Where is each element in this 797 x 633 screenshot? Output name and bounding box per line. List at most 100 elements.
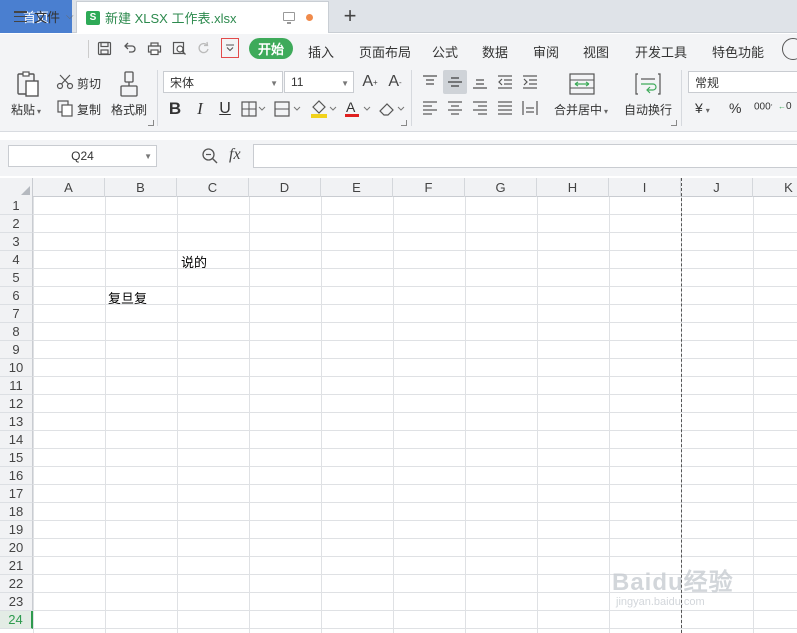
function-button[interactable]: fx (229, 146, 241, 164)
column-header-a[interactable]: A (33, 178, 105, 197)
paste-icon[interactable] (14, 70, 42, 98)
row-header-20[interactable]: 20 (0, 539, 33, 557)
increase-decimal-button[interactable]: ←0 (778, 100, 792, 112)
row-header-22[interactable]: 22 (0, 575, 33, 593)
borders-icon[interactable] (240, 100, 266, 118)
column-header-h[interactable]: H (537, 178, 609, 197)
font-size-select[interactable]: 11 ▼ (284, 71, 354, 93)
search-icon[interactable] (782, 38, 797, 60)
increase-font-size-icon[interactable]: A + (361, 72, 379, 92)
cell-B6[interactable]: 复旦复 (108, 288, 147, 307)
save-icon[interactable] (96, 40, 112, 56)
print-icon[interactable] (146, 40, 162, 56)
column-header-e[interactable]: E (321, 178, 393, 197)
row-header-4[interactable]: 4 (0, 251, 33, 269)
align-right-icon[interactable] (471, 99, 489, 117)
wrap-text-button[interactable]: 自动换行 (624, 101, 672, 118)
quick-access-dropdown-button[interactable] (221, 38, 239, 58)
row-header-13[interactable]: 13 (0, 413, 33, 431)
align-middle-icon[interactable] (446, 73, 464, 91)
font-color-icon[interactable]: A (343, 99, 373, 119)
decrease-font-size-icon[interactable]: A- (386, 72, 404, 92)
row-header-14[interactable]: 14 (0, 431, 33, 449)
row-header-11[interactable]: 11 (0, 377, 33, 395)
tab-document[interactable]: S 新建 XLSX 工作表.xlsx (76, 1, 329, 33)
row-header-8[interactable]: 8 (0, 323, 33, 341)
fill-pattern-icon[interactable] (273, 100, 303, 118)
format-painter-icon[interactable] (117, 70, 141, 98)
row-header-15[interactable]: 15 (0, 449, 33, 467)
align-center-icon[interactable] (446, 99, 464, 117)
fill-color-icon[interactable] (309, 99, 339, 119)
zoom-icon[interactable] (201, 147, 219, 165)
row-header-16[interactable]: 16 (0, 467, 33, 485)
menu-tab-features[interactable]: 特色功能 (712, 42, 764, 61)
column-header-c[interactable]: C (177, 178, 249, 197)
column-header-g[interactable]: G (465, 178, 537, 197)
font-name-select[interactable]: 宋体 ▼ (163, 71, 283, 93)
menu-tab-review[interactable]: 审阅 (533, 42, 559, 61)
undo-icon[interactable] (121, 40, 137, 56)
select-all-button[interactable] (0, 178, 33, 197)
row-header-6[interactable]: 6 (0, 287, 33, 305)
align-left-icon[interactable] (421, 99, 439, 117)
menu-tab-developer[interactable]: 开发工具 (635, 42, 687, 61)
column-header-b[interactable]: B (105, 178, 177, 197)
row-header-12[interactable]: 12 (0, 395, 33, 413)
redo-icon[interactable] (196, 40, 212, 56)
menu-tab-formulas[interactable]: 公式 (432, 42, 458, 61)
row-header-24[interactable]: 24 (0, 611, 33, 629)
italic-icon[interactable]: I (191, 99, 209, 119)
column-header-j[interactable]: J (681, 178, 753, 197)
wrap-text-icon[interactable] (634, 72, 662, 96)
align-top-icon[interactable] (421, 73, 439, 91)
row-header-21[interactable]: 21 (0, 557, 33, 575)
decrease-indent-icon[interactable] (496, 73, 514, 91)
copy-icon[interactable] (56, 99, 74, 117)
dialog-launcher-icon[interactable] (671, 120, 677, 126)
file-menu[interactable]: 文件 ⌵ (14, 7, 74, 26)
scissors-icon[interactable] (56, 73, 74, 91)
monitor-icon[interactable] (283, 12, 295, 24)
row-header-2[interactable]: 2 (0, 215, 33, 233)
cut-button[interactable]: 剪切 (77, 75, 101, 92)
merge-center-icon[interactable] (568, 72, 596, 96)
eraser-icon[interactable] (377, 99, 407, 119)
number-format-select[interactable]: 常规 (688, 71, 797, 93)
row-header-17[interactable]: 17 (0, 485, 33, 503)
merge-center-button[interactable]: 合并居中 ▾ (554, 101, 608, 118)
thousands-separator-button[interactable]: 000, (754, 100, 773, 112)
row-header-10[interactable]: 10 (0, 359, 33, 377)
row-header-23[interactable]: 23 (0, 593, 33, 611)
underline-icon[interactable]: U (216, 99, 234, 119)
cell-C4[interactable]: 说的 (181, 252, 207, 271)
row-header-19[interactable]: 19 (0, 521, 33, 539)
row-header-7[interactable]: 7 (0, 305, 33, 323)
new-tab-button[interactable]: + (338, 3, 362, 28)
bold-icon[interactable]: B (166, 99, 184, 119)
menu-tab-insert[interactable]: 插入 (308, 42, 334, 61)
row-header-5[interactable]: 5 (0, 269, 33, 287)
format-painter-button[interactable]: 格式刷 (111, 101, 147, 118)
copy-button[interactable]: 复制 (77, 101, 101, 118)
column-header-d[interactable]: D (249, 178, 321, 197)
currency-button[interactable]: ¥ ▾ (695, 100, 710, 116)
row-header-9[interactable]: 9 (0, 341, 33, 359)
row-header-3[interactable]: 3 (0, 233, 33, 251)
menu-tab-view[interactable]: 视图 (583, 42, 609, 61)
row-header-18[interactable]: 18 (0, 503, 33, 521)
name-box[interactable]: Q24 ▼ (8, 145, 157, 167)
paste-button[interactable]: 粘贴 ▾ (11, 101, 41, 118)
percent-button[interactable]: % (729, 100, 741, 116)
menu-tab-page-layout[interactable]: 页面布局 (359, 42, 411, 61)
dialog-launcher-icon[interactable] (401, 120, 407, 126)
align-bottom-icon[interactable] (471, 73, 489, 91)
dialog-launcher-icon[interactable] (148, 120, 154, 126)
column-header-k[interactable]: K (753, 178, 797, 197)
increase-indent-icon[interactable] (521, 73, 539, 91)
menu-tab-data[interactable]: 数据 (482, 42, 508, 61)
distributed-align-icon[interactable] (521, 99, 539, 117)
formula-input[interactable] (253, 144, 797, 168)
column-header-i[interactable]: I (609, 178, 681, 197)
menu-tab-start[interactable]: 开始 (249, 38, 293, 59)
